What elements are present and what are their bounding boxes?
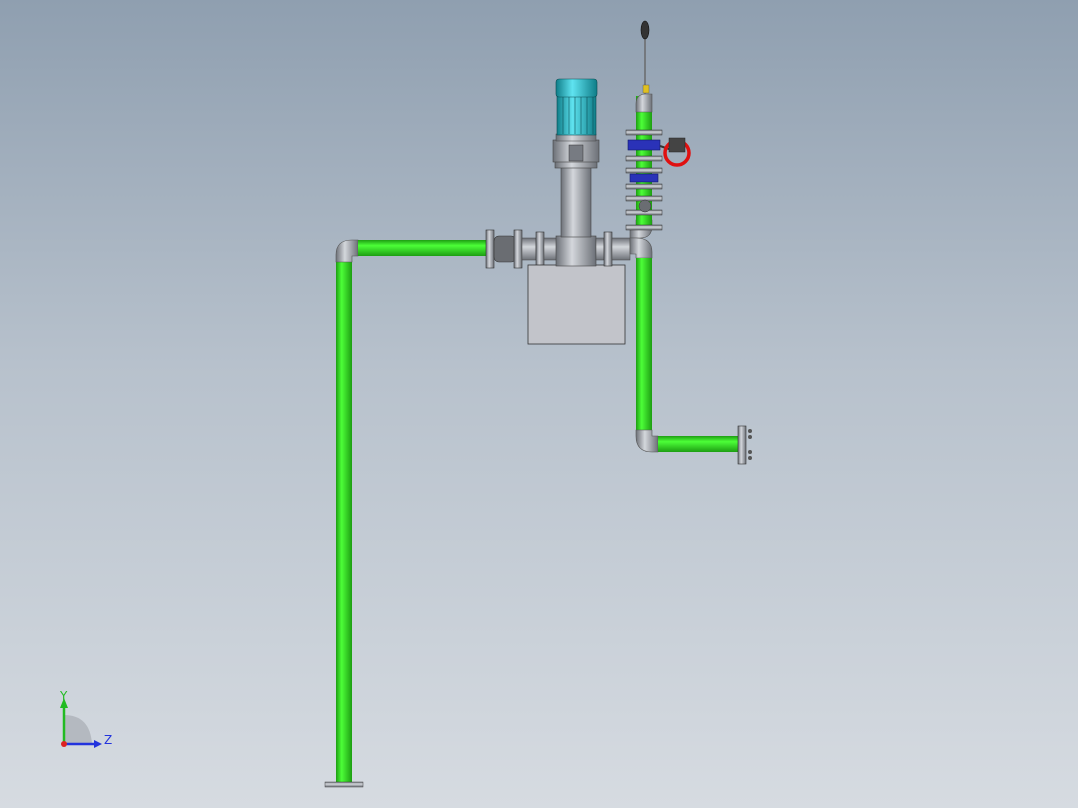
pump-piping-assembly[interactable]: Y Z: [0, 0, 1078, 808]
gearbox[interactable]: [668, 137, 686, 153]
coupling[interactable]: [568, 144, 584, 162]
riser-flange-3[interactable]: [625, 167, 663, 174]
inlet-valve-cluster[interactable]: [485, 229, 559, 269]
inlet-flange-2[interactable]: [513, 229, 523, 269]
gate-valve-body[interactable]: [627, 139, 661, 151]
pump-casing[interactable]: [555, 235, 597, 267]
pump-column[interactable]: [560, 164, 592, 238]
discharge-elbow[interactable]: [635, 429, 659, 453]
vertical-pump[interactable]: [552, 78, 600, 267]
y-axis-label: Y: [59, 689, 68, 703]
check-valve-body[interactable]: [629, 173, 659, 183]
inlet-check-valve[interactable]: [493, 235, 517, 263]
riser-flange-7[interactable]: [625, 224, 663, 231]
riser-flange-2[interactable]: [625, 155, 663, 162]
coordinate-triad: Y Z: [59, 689, 112, 748]
inlet-flange-1[interactable]: [485, 229, 495, 269]
gauge-valve[interactable]: [642, 84, 650, 94]
cad-viewport[interactable]: Y Z: [0, 0, 1078, 808]
outlet-flange-1[interactable]: [603, 231, 613, 267]
discharge-riser[interactable]: [625, 20, 691, 231]
discharge-pipe[interactable]: [635, 258, 752, 465]
suction-pipe-horizontal[interactable]: [358, 240, 488, 256]
discharge-flange[interactable]: [737, 425, 747, 465]
pump-base-block[interactable]: [527, 264, 626, 345]
outlet-tee[interactable]: [629, 237, 653, 259]
pressure-gauge[interactable]: [640, 20, 650, 40]
suction-pipe[interactable]: [324, 239, 488, 788]
suction-elbow[interactable]: [335, 239, 359, 263]
discharge-pipe-horizontal[interactable]: [658, 436, 738, 452]
z-axis-label: Z: [104, 733, 112, 747]
suction-pipe-end-flange[interactable]: [324, 781, 364, 788]
inlet-flange-3[interactable]: [535, 231, 545, 267]
motor-fan-cover[interactable]: [555, 78, 598, 98]
riser-flange-4[interactable]: [625, 183, 663, 190]
discharge-pipe-vertical[interactable]: [636, 258, 652, 430]
suction-pipe-vertical[interactable]: [336, 262, 352, 784]
riser-flange-1[interactable]: [625, 129, 663, 136]
x-axis-point: [61, 741, 67, 747]
